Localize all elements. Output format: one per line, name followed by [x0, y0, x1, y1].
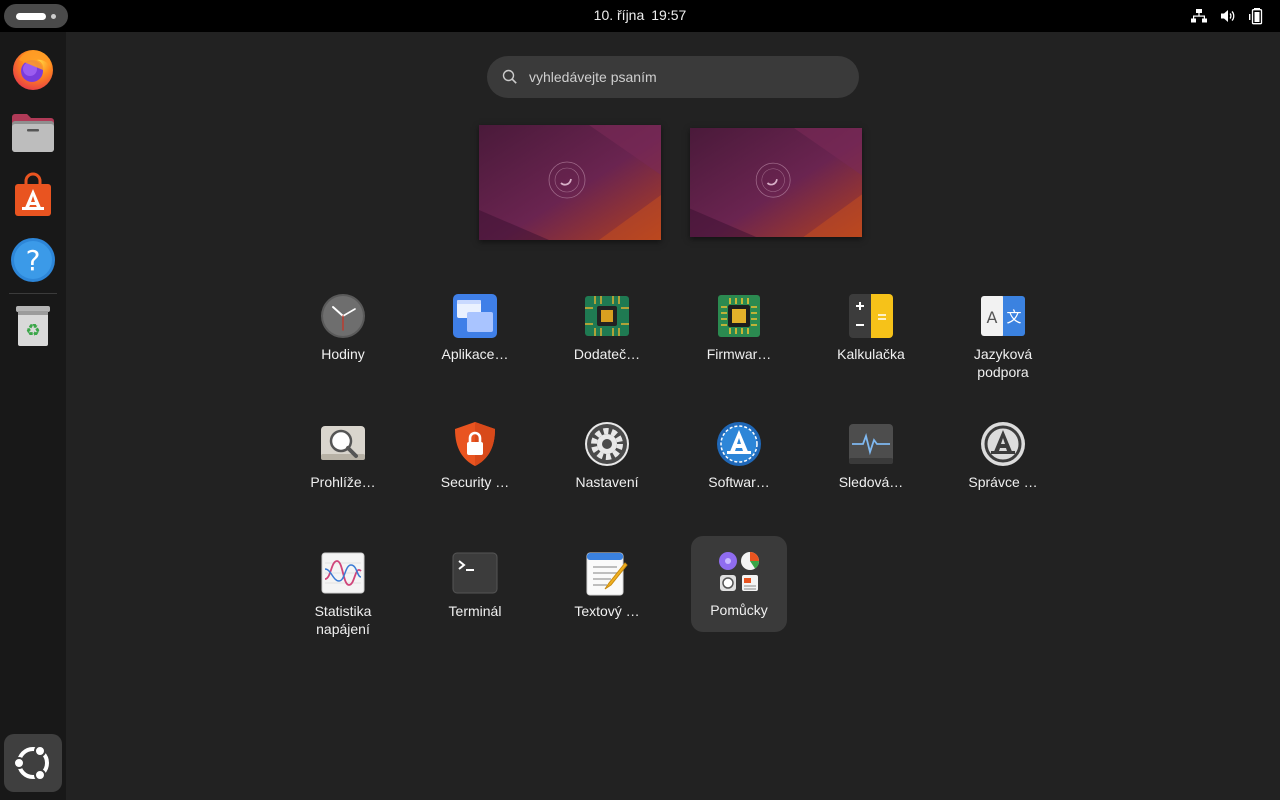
dock: ? ♻ [0, 32, 66, 800]
power-stats-icon [321, 552, 365, 594]
trash-icon: ♻ [16, 306, 50, 346]
app-label: Kalkulačka [837, 346, 905, 362]
app-label: Dodateč… [573, 346, 641, 362]
dock-item-firefox[interactable] [9, 44, 57, 92]
app-label: Security … [440, 474, 510, 490]
search-icon [502, 69, 517, 84]
app-firmware[interactable]: Firmwar… [691, 280, 787, 376]
svg-text:?: ? [26, 244, 41, 277]
app-label: Hodiny [321, 346, 365, 362]
dock-item-help[interactable]: ? [9, 236, 57, 284]
app-label: Statistika napájení [314, 603, 372, 637]
svg-text:文: 文 [1006, 308, 1021, 326]
app-label: Nastavení [575, 474, 639, 490]
app-label: Softwar… [708, 474, 770, 490]
app-label: Prohlíže… [310, 474, 376, 490]
chip-drivers-icon [585, 296, 629, 336]
battery-icon[interactable] [1248, 7, 1266, 25]
firmware-chip-icon [718, 295, 760, 337]
app-settings[interactable]: Nastavení [559, 408, 655, 504]
dock-item-app-center[interactable] [9, 172, 57, 220]
system-monitor-icon [849, 424, 893, 464]
app-label: Terminál [448, 603, 502, 619]
app-text-editor[interactable]: Textový … [559, 537, 655, 633]
svg-text:A: A [987, 308, 998, 327]
text-editor-icon [586, 552, 628, 596]
app-image-viewer[interactable]: Prohlíže… [295, 408, 391, 504]
update-manager-icon [981, 422, 1025, 466]
security-shield-icon [455, 422, 495, 466]
app-security-center[interactable]: Security … [427, 408, 523, 504]
clock-icon [321, 294, 365, 338]
network-wired-icon[interactable] [1190, 7, 1208, 25]
ubuntu-show-apps-icon [13, 745, 49, 781]
calculator-icon [849, 294, 893, 338]
app-additional-drivers[interactable]: Dodateč… [559, 280, 655, 376]
app-folder-utilities[interactable]: Pomůcky [691, 536, 787, 632]
top-bar: 10. října 19:57 [0, 0, 1280, 32]
app-label: Firmwar… [706, 346, 772, 362]
clock-time: 19:57 [651, 7, 687, 23]
app-center-icon [15, 172, 51, 216]
app-label: Aplikace… [441, 346, 509, 362]
app-label: Jazyková podpora [973, 346, 1033, 380]
svg-text:♻: ♻ [25, 321, 40, 341]
help-icon: ? [11, 238, 55, 282]
app-language-support[interactable]: A 文 Jazyková podpora [955, 280, 1051, 388]
firefox-icon [13, 50, 53, 90]
app-update-manager[interactable]: Správce … [955, 408, 1051, 504]
workspace-thumbnail-2[interactable] [690, 128, 862, 237]
dock-separator [9, 293, 57, 294]
volume-icon[interactable] [1219, 7, 1237, 25]
workspace-thumbnail-1[interactable] [479, 125, 661, 240]
app-terminal[interactable]: Terminál [427, 537, 523, 633]
clock-date: 10. října [593, 7, 645, 23]
app-calculator[interactable]: Kalkulačka [823, 280, 919, 376]
app-label: Sledová… [838, 474, 904, 490]
app-label: Textový … [574, 603, 640, 619]
terminal-icon [452, 552, 498, 594]
app-clocks[interactable]: Hodiny [295, 280, 391, 376]
wallpaper-thumbnail [690, 128, 862, 237]
dock-item-trash[interactable]: ♻ [9, 302, 57, 350]
app-label: Správce … [968, 474, 1038, 490]
app-apps[interactable]: Aplikace… [427, 280, 523, 376]
clock-button[interactable]: 10. října 19:57 [0, 0, 1280, 32]
search-input[interactable] [529, 66, 839, 88]
apps-window-icon [453, 294, 497, 338]
app-power-statistics[interactable]: Statistika napájení [295, 537, 391, 645]
utilities-folder-icon [719, 552, 759, 591]
search-bar[interactable] [487, 56, 859, 98]
settings-gear-icon [585, 422, 629, 466]
software-updater-icon [717, 422, 761, 466]
language-icon: A 文 [981, 296, 1025, 336]
files-icon [12, 114, 54, 152]
wallpaper-thumbnail [479, 125, 661, 240]
dock-item-files[interactable] [9, 108, 57, 156]
show-apps-button[interactable] [4, 734, 62, 792]
app-label: Pomůcky [710, 602, 768, 618]
app-system-monitor[interactable]: Sledová… [823, 408, 919, 504]
image-viewer-icon [321, 426, 365, 460]
app-software-properties[interactable]: Softwar… [691, 408, 787, 504]
